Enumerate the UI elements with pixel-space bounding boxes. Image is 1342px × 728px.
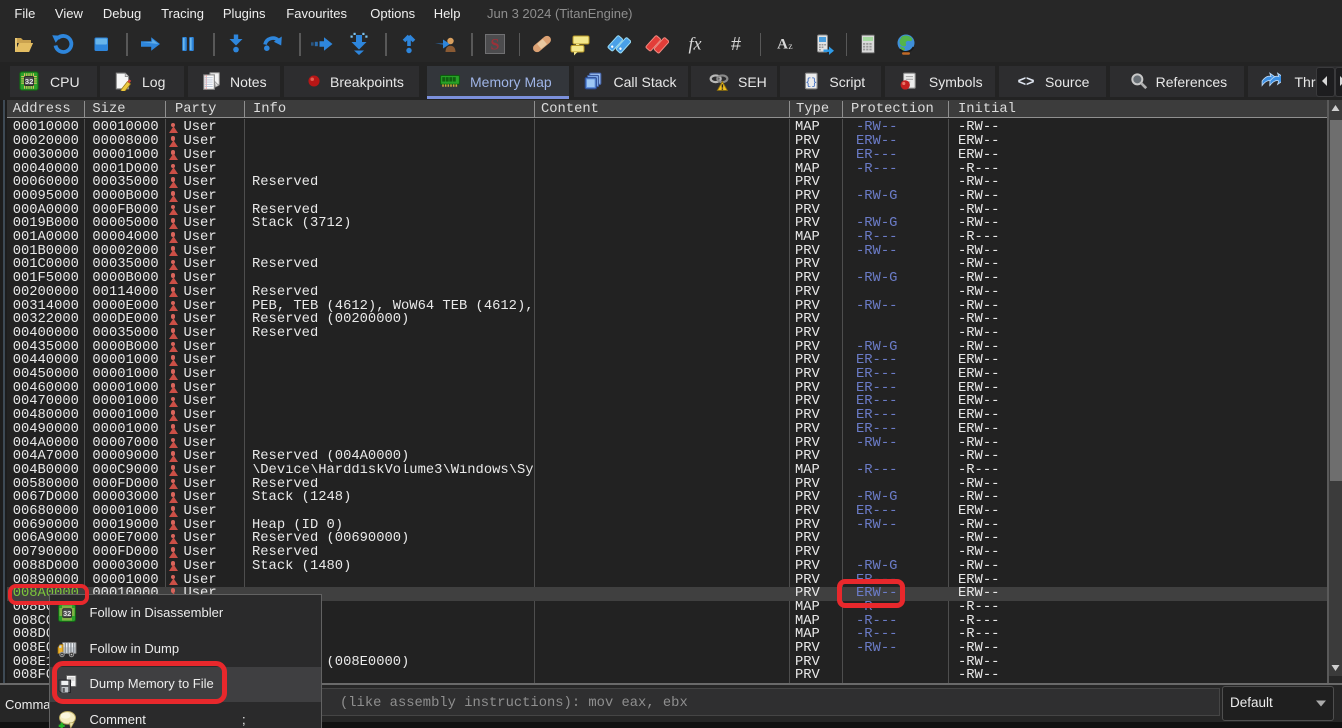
svg-text:z: z [788, 42, 792, 52]
svg-text:32: 32 [24, 77, 33, 86]
svg-text:32: 32 [63, 609, 71, 618]
svg-text:<>: <> [1018, 74, 1035, 90]
svg-text:fx: fx [689, 34, 702, 54]
svg-text:#: # [731, 34, 741, 54]
svg-text:A: A [777, 37, 788, 53]
svg-text:{}: {} [805, 77, 817, 89]
svg-text:S: S [491, 37, 500, 54]
